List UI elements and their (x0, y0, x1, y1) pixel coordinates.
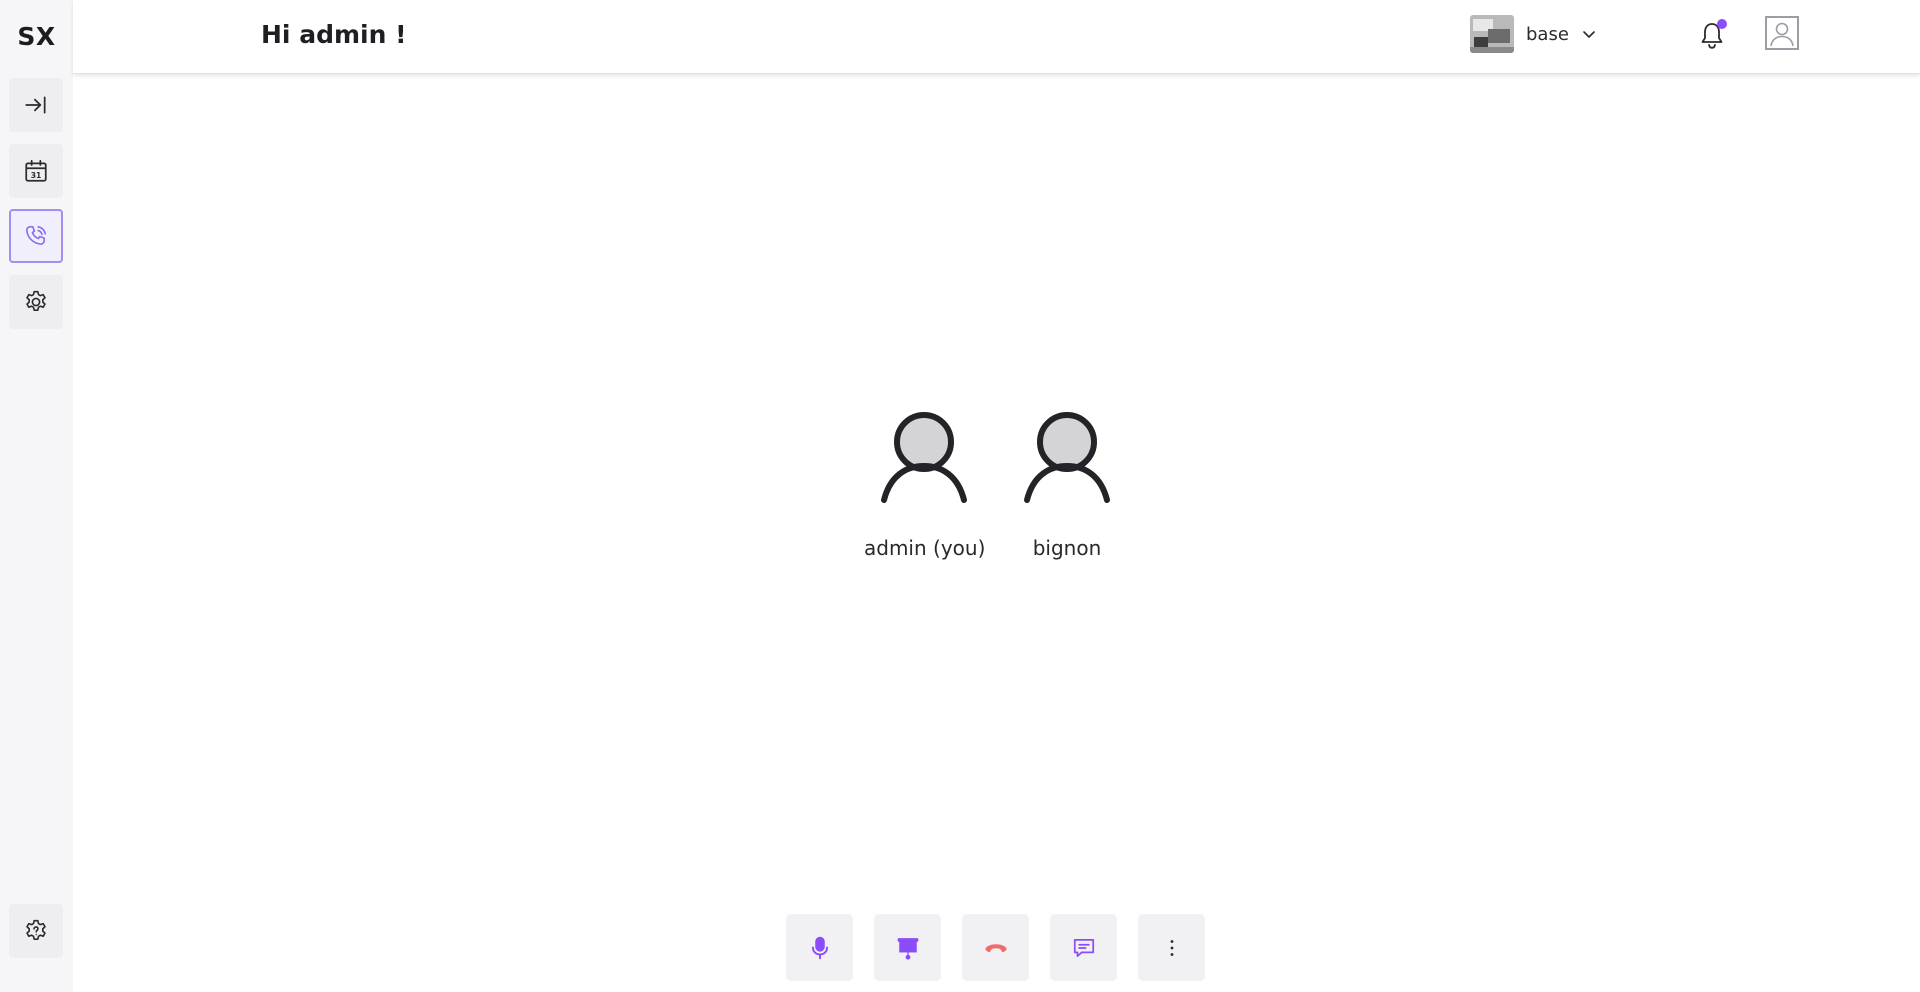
logo: SX (17, 22, 56, 51)
present-button[interactable] (874, 914, 941, 981)
sidebar-item-calls[interactable] (9, 209, 63, 263)
workspace-name: base (1526, 23, 1569, 45)
app-root: SX 31 Hi admin ! base admin (you) bignon (0, 0, 1920, 992)
more-options-button[interactable] (1138, 914, 1205, 981)
sidebar: SX 31 (0, 0, 73, 992)
workspace-thumbnail (1470, 15, 1514, 53)
user-icon (881, 412, 967, 503)
calendar-icon: 31 (25, 159, 47, 182)
user-icon (1024, 412, 1110, 503)
participant-tile: bignon (1007, 410, 1127, 560)
participant-name: bignon (1032, 536, 1102, 560)
presentation-icon (897, 937, 918, 960)
chat-button[interactable] (1050, 914, 1117, 981)
calendar-day: 31 (31, 171, 42, 180)
chat-icon (1073, 938, 1094, 957)
chevron-down-icon (1583, 31, 1595, 38)
hang-up-button[interactable] (962, 914, 1029, 981)
greeting-title: Hi admin ! (261, 20, 407, 49)
participant-name: admin (you) (864, 536, 986, 560)
sidebar-item-settings[interactable] (9, 275, 63, 329)
sidebar-help-button[interactable] (9, 904, 63, 958)
workspace-selector[interactable]: base (1470, 14, 1597, 54)
notification-dot (1717, 19, 1727, 29)
user-avatar-icon (1770, 22, 1794, 47)
gear-icon (26, 290, 46, 311)
microphone-icon (811, 936, 828, 959)
participant-tile: admin (you) (864, 410, 986, 560)
hang-up-icon (984, 943, 1007, 952)
profile-avatar-button[interactable] (1765, 16, 1799, 50)
help-gear-icon (26, 919, 46, 940)
microphone-button[interactable] (786, 914, 853, 981)
sidebar-item-calendar[interactable]: 31 (9, 144, 63, 198)
collapse-right-icon (25, 96, 46, 114)
phone-call-icon (25, 225, 47, 245)
more-vertical-icon (1170, 939, 1173, 956)
sidebar-collapse-button[interactable] (9, 78, 63, 132)
notifications-button[interactable] (1697, 19, 1727, 51)
top-header: Hi admin ! base (73, 0, 1920, 74)
